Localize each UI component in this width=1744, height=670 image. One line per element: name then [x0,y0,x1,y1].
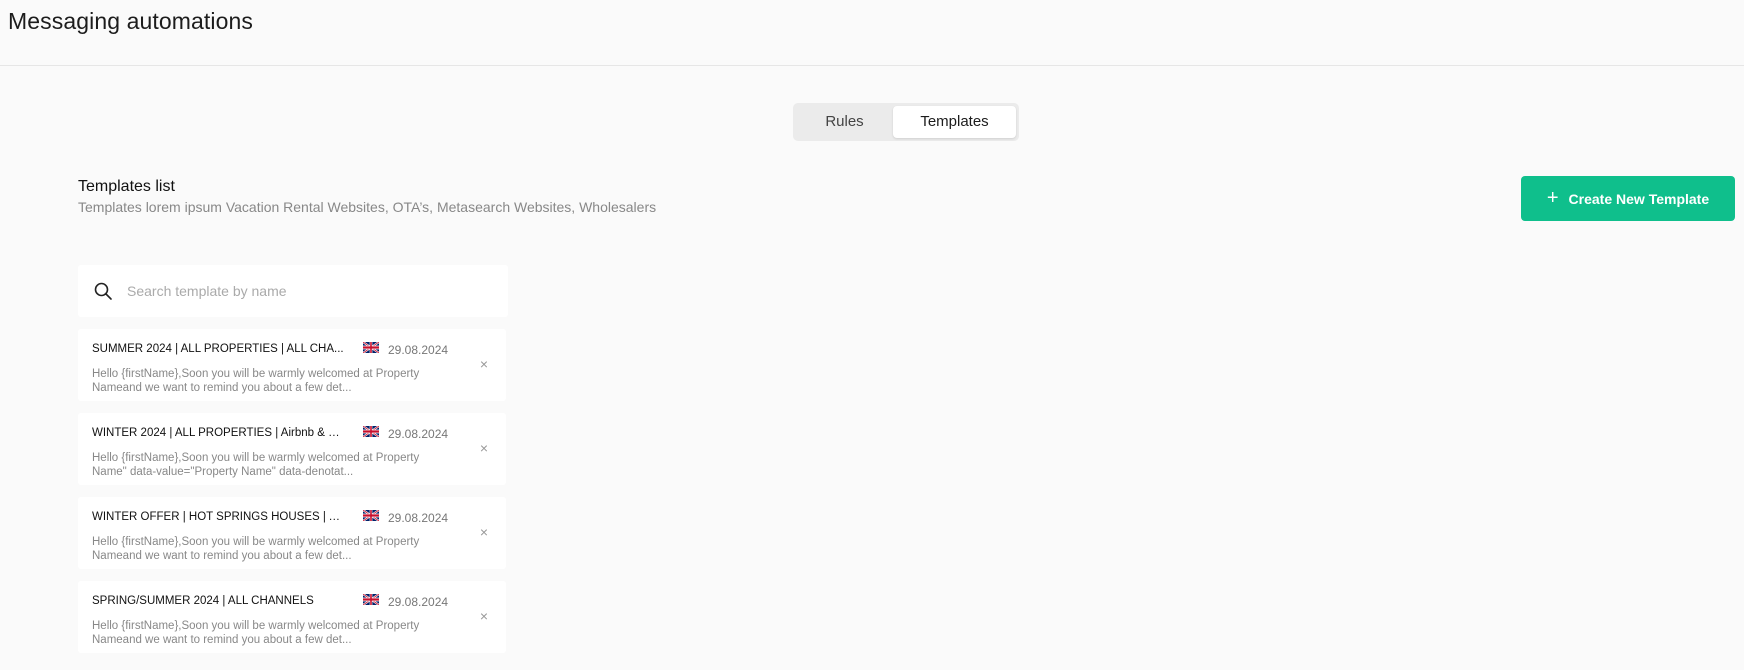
delete-template-icon[interactable]: × [477,609,491,623]
search-input[interactable] [125,282,469,300]
template-date: 29.08.2024 [388,511,449,525]
template-card[interactable]: SPRING/SUMMER 2024 | ALL CHANNELS 29.08.… [78,581,506,653]
template-preview: Hello {firstName},Soon you will be warml… [92,451,432,479]
template-preview-line: Nameand we want to remind you about a fe… [92,550,352,562]
template-preview-line: Nameand we want to remind you about a fe… [92,634,352,646]
uk-flag-icon [363,594,379,605]
uk-flag-icon [363,426,379,437]
delete-template-icon[interactable]: × [477,525,491,539]
template-preview-line: Hello {firstName},Soon you will be warml… [92,536,420,548]
templates-list: SUMMER 2024 | ALL PROPERTIES | ALL CHA..… [78,329,506,665]
create-new-template-label: Create New Template [1568,190,1710,207]
page-header: Messaging automations [0,0,1744,66]
template-title: SPRING/SUMMER 2024 | ALL CHANNELS [92,595,314,607]
template-date: 29.08.2024 [388,343,449,357]
template-card[interactable]: WINTER 2024 | ALL PROPERTIES | Airbnb & … [78,413,506,485]
template-card[interactable]: SUMMER 2024 | ALL PROPERTIES | ALL CHA..… [78,329,506,401]
section-title: Templates list [78,178,175,195]
template-preview-line: Hello {firstName},Soon you will be warml… [92,620,420,632]
template-preview-line: Hello {firstName},Soon you will be warml… [92,452,420,464]
view-toggle: Rules Templates [793,103,1019,141]
search-box [78,265,508,317]
uk-flag-icon [363,510,379,521]
tab-rules[interactable]: Rules [796,106,893,138]
template-date: 29.08.2024 [388,427,449,441]
create-new-template-button[interactable]: + Create New Template [1521,176,1735,221]
template-title: SUMMER 2024 | ALL PROPERTIES | ALL CHA..… [92,343,344,355]
delete-template-icon[interactable]: × [477,441,491,455]
page-title: Messaging automations [8,8,254,34]
plus-icon: + [1546,186,1559,209]
template-title: WINTER OFFER | HOT SPRINGS HOUSES | ALL.… [92,511,344,523]
uk-flag-icon [363,342,379,353]
template-preview-line: Name" data-value="Property Name" data-de… [92,466,354,478]
template-preview: Hello {firstName},Soon you will be warml… [92,619,432,647]
template-title: WINTER 2024 | ALL PROPERTIES | Airbnb & … [92,427,344,439]
template-date: 29.08.2024 [388,595,449,609]
delete-template-icon[interactable]: × [477,357,491,371]
section-subtitle: Templates lorem ipsum Vacation Rental We… [78,199,657,215]
tab-templates[interactable]: Templates [893,106,1016,138]
template-preview: Hello {firstName},Soon you will be warml… [92,367,432,395]
template-preview-line: Nameand we want to remind you about a fe… [92,382,352,394]
template-preview: Hello {firstName},Soon you will be warml… [92,535,432,563]
template-preview-line: Hello {firstName},Soon you will be warml… [92,368,420,380]
template-card[interactable]: WINTER OFFER | HOT SPRINGS HOUSES | ALL.… [78,497,506,569]
search-icon [94,282,112,300]
